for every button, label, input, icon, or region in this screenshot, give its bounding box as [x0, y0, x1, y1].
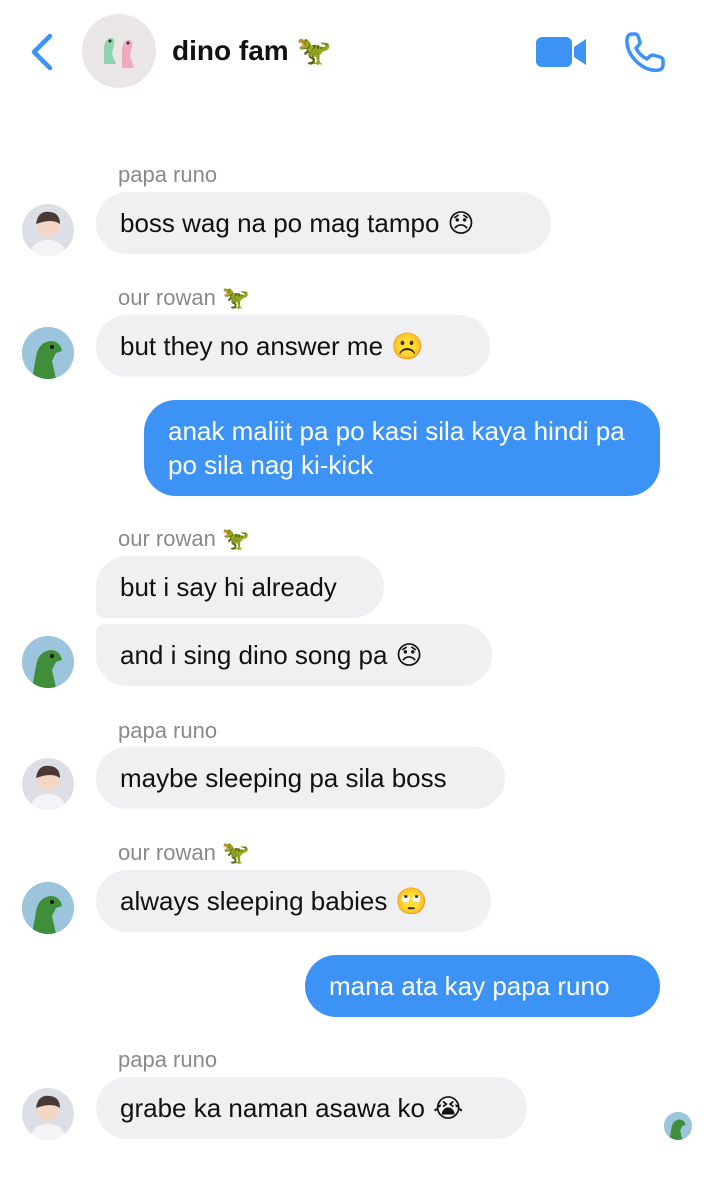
sender-name: papa runo — [118, 718, 217, 744]
message-bubble[interactable]: grabe ka naman asawa ko 😭 — [96, 1077, 527, 1139]
disappointed-face-emoji: 😞 — [395, 639, 423, 670]
sender-name: papa runo — [118, 1047, 217, 1073]
avatar-papa-runo[interactable] — [22, 1088, 74, 1140]
dino-avatar-icon — [22, 636, 74, 688]
outgoing-message-bubble[interactable]: anak maliit pa po kasi sila kaya hindi p… — [144, 400, 660, 496]
message-text: and i sing dino song pa — [120, 639, 388, 670]
dino-sender-emoji: 🦖 — [221, 285, 250, 310]
message-text: anak maliit pa po kasi sila kaya hindi p… — [168, 416, 625, 480]
disappointed-face-emoji: 😞 — [447, 207, 475, 238]
message-bubble[interactable]: boss wag na po mag tampo 😞 — [96, 192, 551, 254]
video-call-icon[interactable] — [534, 34, 588, 70]
sender-name-text: our rowan — [118, 840, 216, 865]
sender-name: papa runo — [118, 162, 217, 188]
dino-avatar-icon — [664, 1112, 692, 1140]
dino-couple-icon — [104, 37, 134, 68]
message-bubble[interactable]: and i sing dino song pa 😞 — [96, 624, 492, 686]
message-text: but i say hi already — [120, 571, 337, 602]
avatar-our-rowan[interactable] — [22, 636, 74, 688]
outgoing-message-bubble[interactable]: mana ata kay papa runo — [305, 955, 660, 1017]
sender-name-text: papa runo — [118, 162, 218, 187]
message-text: grabe ka naman asawa ko — [120, 1092, 425, 1123]
message-text: maybe sleeping pa sila boss — [120, 762, 447, 793]
dino-sender-emoji: 🦖 — [221, 526, 250, 551]
group-avatar[interactable] — [82, 14, 156, 88]
sender-name-text: papa runo — [118, 718, 218, 743]
phone-icon[interactable] — [622, 30, 666, 74]
message-bubble[interactable]: but i say hi already — [96, 556, 384, 618]
sender-name-text: our rowan — [118, 526, 216, 551]
avatar-papa-runo[interactable] — [22, 758, 74, 810]
sender-name: our rowan 🦖 — [118, 840, 249, 866]
avatar-our-rowan[interactable] — [22, 882, 74, 934]
dino-title-emoji: 🦖 — [296, 35, 332, 66]
chat-title-text: dino fam — [172, 35, 289, 66]
message-bubble[interactable]: always sleeping babies 🙄 — [96, 870, 491, 932]
sender-name-text: our rowan — [118, 285, 216, 310]
sender-name-text: papa runo — [118, 1047, 218, 1072]
chat-title[interactable]: dino fam 🦖 — [172, 34, 331, 67]
person-avatar-icon — [30, 765, 66, 810]
back-chevron-icon[interactable] — [28, 32, 58, 72]
message-text: boss wag na po mag tampo — [120, 207, 440, 238]
sender-name: our rowan 🦖 — [118, 285, 249, 311]
message-text: but they no answer me — [120, 330, 384, 361]
read-receipt-avatar — [664, 1112, 692, 1140]
dino-avatar-icon — [22, 327, 74, 379]
loudly-crying-face-emoji: 😭 — [432, 1092, 464, 1123]
person-avatar-icon — [30, 1095, 66, 1140]
message-bubble[interactable]: but they no answer me ☹️ — [96, 315, 490, 377]
dino-avatar-icon — [22, 882, 74, 934]
eye-roll-face-emoji: 🙄 — [395, 885, 428, 916]
message-bubble[interactable]: maybe sleeping pa sila boss — [96, 747, 505, 809]
person-avatar-icon — [30, 211, 66, 256]
dino-sender-emoji: 🦖 — [221, 840, 250, 865]
frowning-face-emoji: ☹️ — [391, 330, 424, 361]
avatar-papa-runo[interactable] — [22, 204, 74, 256]
sender-name: our rowan 🦖 — [118, 526, 249, 552]
chat-header: dino fam 🦖 — [0, 0, 704, 110]
message-text: mana ata kay papa runo — [329, 971, 610, 1001]
avatar-our-rowan[interactable] — [22, 327, 74, 379]
message-text: always sleeping babies — [120, 885, 388, 916]
